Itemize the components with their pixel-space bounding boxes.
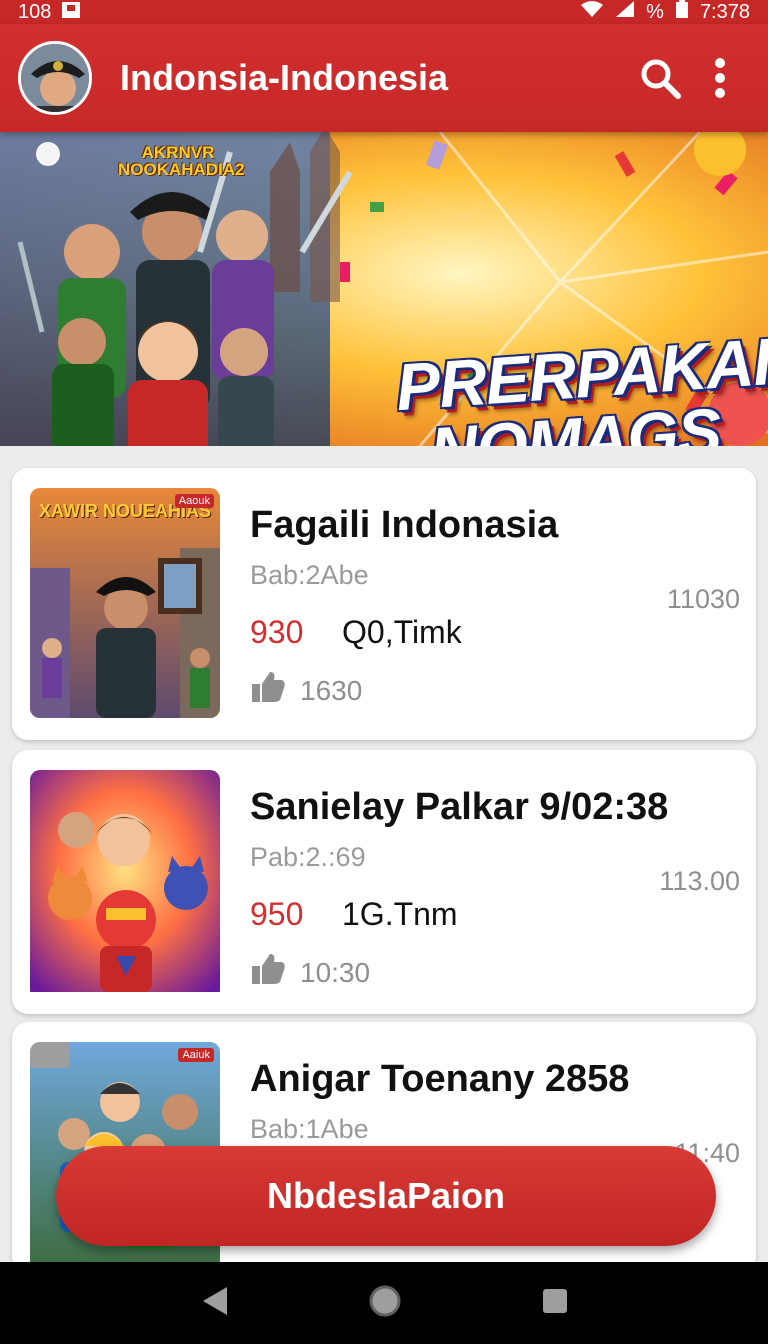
item-side-value: 11030 — [666, 584, 740, 614]
primary-action-button[interactable]: NbdeslaPaion — [56, 1146, 716, 1246]
recents-icon[interactable] — [541, 1287, 569, 1320]
clock: 7:378 — [699, 0, 750, 23]
battery-percent: % — [646, 0, 664, 23]
status-left-text: 108 — [18, 0, 52, 23]
more-vert-icon[interactable] — [690, 48, 750, 108]
list-item[interactable]: Sanielay Palkar 9/02:38 Pab:2.:69 113.00… — [12, 750, 756, 1014]
signal-icon — [614, 0, 636, 24]
item-title: Fagaili Indonasia — [250, 504, 559, 546]
item-meta: Q0,Timk — [342, 614, 462, 650]
status-bar: 108 % 7:378 — [0, 0, 768, 24]
item-price: 930 — [250, 614, 304, 650]
item-title: Anigar Toenany 2858 — [250, 1058, 630, 1100]
item-price: 950 — [250, 896, 304, 932]
thumbnail-badge: Aaiuk — [178, 1048, 214, 1062]
item-side-value: 113.00 — [659, 866, 740, 896]
likes-count: 1630 — [300, 674, 363, 706]
notification-icon — [61, 1, 81, 24]
item-likes: 1630 — [250, 670, 362, 711]
thumbs-up-icon[interactable] — [250, 952, 286, 993]
banner-logo: AKRNVR NOOKAHADIA2 — [118, 143, 245, 179]
app-title: Indonsia-Indonesia — [120, 57, 449, 98]
thumbs-up-icon[interactable] — [250, 670, 286, 711]
item-subtitle: Pab:2.:69 — [250, 842, 366, 872]
item-likes: 10:30 — [250, 952, 370, 993]
thumbnail-badge: Aaouk — [174, 494, 214, 508]
item-thumbnail — [30, 770, 220, 1000]
system-nav-bar — [0, 1262, 768, 1344]
item-title: Sanielay Palkar 9/02:38 — [250, 786, 669, 828]
avatar-icon[interactable] — [18, 41, 92, 115]
battery-icon — [674, 0, 690, 25]
promo-banner[interactable]: AKRNVR NOOKAHADIA2 PRERPAKAI NOMAGS — [0, 132, 768, 446]
item-subtitle: Bab:2Abe — [250, 560, 369, 590]
search-icon[interactable] — [630, 48, 690, 108]
back-icon[interactable] — [199, 1285, 229, 1322]
banner-headline: PRERPAKAI NOMAGS — [394, 324, 768, 446]
app-bar: Indonsia-Indonesia — [0, 24, 768, 132]
likes-count: 10:30 — [300, 956, 371, 988]
home-icon[interactable] — [368, 1284, 402, 1323]
list-item[interactable]: XAWIR NOUEAHIAS Aaouk Fagaili Indonasia … — [12, 468, 756, 740]
item-subtitle: Bab:1Abe — [250, 1114, 369, 1144]
item-meta: 1G.Tnm — [342, 896, 458, 932]
item-thumbnail: XAWIR NOUEAHIAS Aaouk — [30, 488, 220, 718]
wifi-icon — [580, 0, 604, 24]
